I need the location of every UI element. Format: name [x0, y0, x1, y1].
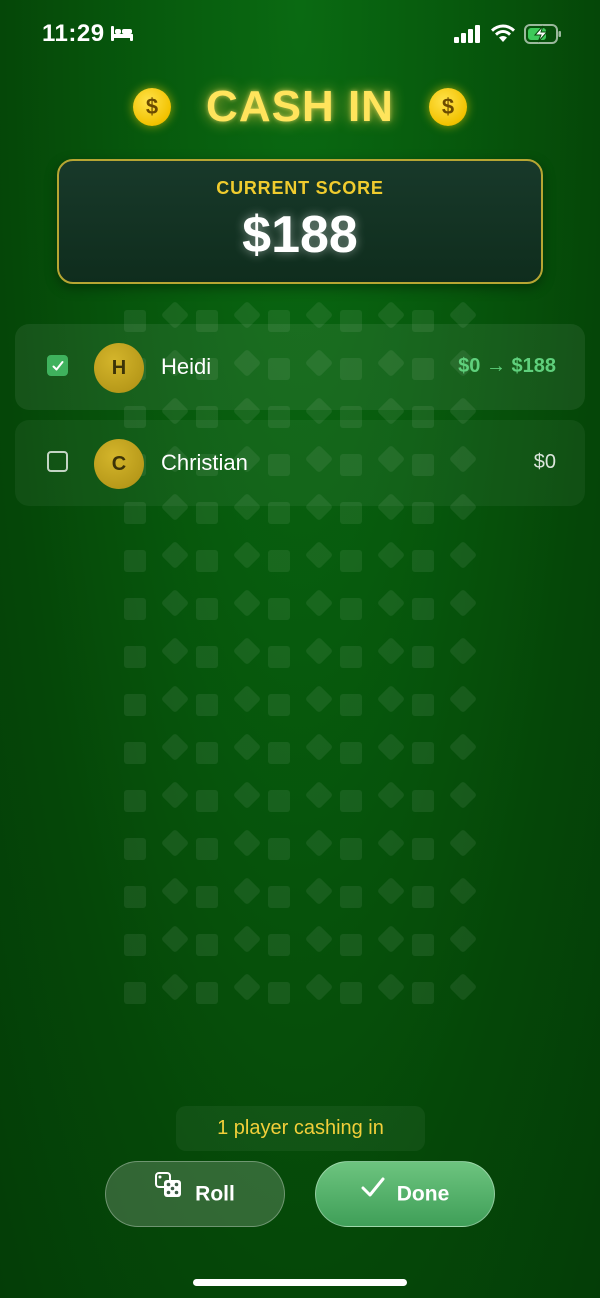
player-checkbox[interactable]	[47, 355, 68, 376]
player-checkbox[interactable]	[47, 451, 68, 472]
checkmark-icon	[361, 1160, 385, 1224]
header: $ CASH IN $	[0, 82, 600, 136]
status-time: 11:29	[42, 20, 105, 47]
avatar: H	[94, 343, 144, 393]
bed-icon	[110, 24, 134, 47]
roll-label: Roll	[195, 1182, 235, 1206]
page-title: CASH IN	[206, 82, 394, 131]
battery-charging-icon	[524, 23, 562, 50]
done-label: Done	[396, 1182, 450, 1206]
player-row-heidi[interactable]: H Heidi $0 → $188	[15, 324, 585, 410]
player-amount: $0 → $188	[458, 355, 556, 377]
score-card: CURRENT SCORE $188	[57, 159, 543, 284]
done-button[interactable]: Done	[315, 1161, 495, 1227]
player-row-christian[interactable]: C Christian $0	[15, 420, 585, 506]
home-indicator[interactable]	[193, 1279, 407, 1286]
status-bar: 11:29	[0, 0, 600, 70]
score-value: $188	[242, 206, 358, 264]
checkmark-icon	[52, 361, 64, 371]
player-name: Christian	[161, 450, 248, 475]
score-label: CURRENT SCORE	[216, 178, 384, 198]
player-name: Heidi	[161, 354, 212, 379]
wifi-icon	[490, 23, 516, 48]
cashing-status: 1 player cashing in	[176, 1106, 425, 1151]
player-amount: $0	[533, 451, 556, 473]
avatar: C	[94, 439, 144, 489]
roll-button[interactable]: Roll	[105, 1161, 285, 1227]
coin-icon: $	[429, 88, 467, 126]
dice-icon	[155, 1160, 183, 1224]
signal-icon	[454, 25, 482, 48]
